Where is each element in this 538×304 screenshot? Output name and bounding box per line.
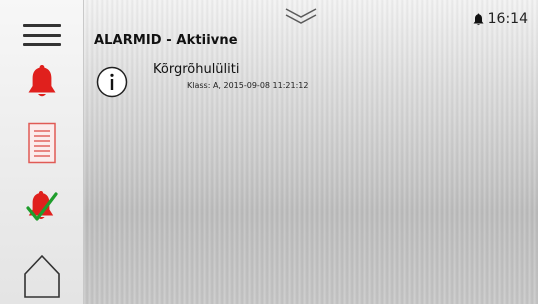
menu-button[interactable] xyxy=(0,18,84,52)
status-bar: 16:14 xyxy=(473,9,528,29)
bell-check-icon xyxy=(26,191,58,221)
sidebar-item-home[interactable] xyxy=(0,250,84,302)
info-icon[interactable] xyxy=(96,66,128,98)
document-list-icon xyxy=(28,122,56,164)
sidebar-item-acknowledged[interactable] xyxy=(0,186,84,226)
sidebar xyxy=(0,0,84,304)
clock-time: 16:14 xyxy=(487,11,528,27)
home-icon xyxy=(24,254,60,298)
alarm-screen: 16:14 ALARMID - Aktiivne Kõrgrõhulüliti … xyxy=(0,0,538,304)
alarm-bell-icon xyxy=(28,65,56,97)
alarm-detail: Klass: A, 2015-09-08 11:21:12 xyxy=(187,81,309,90)
hamburger-menu-icon xyxy=(23,24,61,46)
main-panel: 16:14 ALARMID - Aktiivne Kõrgrõhulüliti … xyxy=(84,0,538,304)
alarm-list-item[interactable]: Kõrgrõhulüliti Klass: A, 2015-09-08 11:2… xyxy=(94,62,524,104)
double-chevron-down-icon[interactable] xyxy=(284,6,318,26)
sidebar-item-alarms[interactable] xyxy=(0,58,84,104)
sidebar-item-log[interactable] xyxy=(0,118,84,168)
alarm-name: Kõrgrõhulüliti xyxy=(153,62,240,77)
bell-icon xyxy=(473,13,484,25)
page-title: ALARMID - Aktiivne xyxy=(94,33,238,48)
